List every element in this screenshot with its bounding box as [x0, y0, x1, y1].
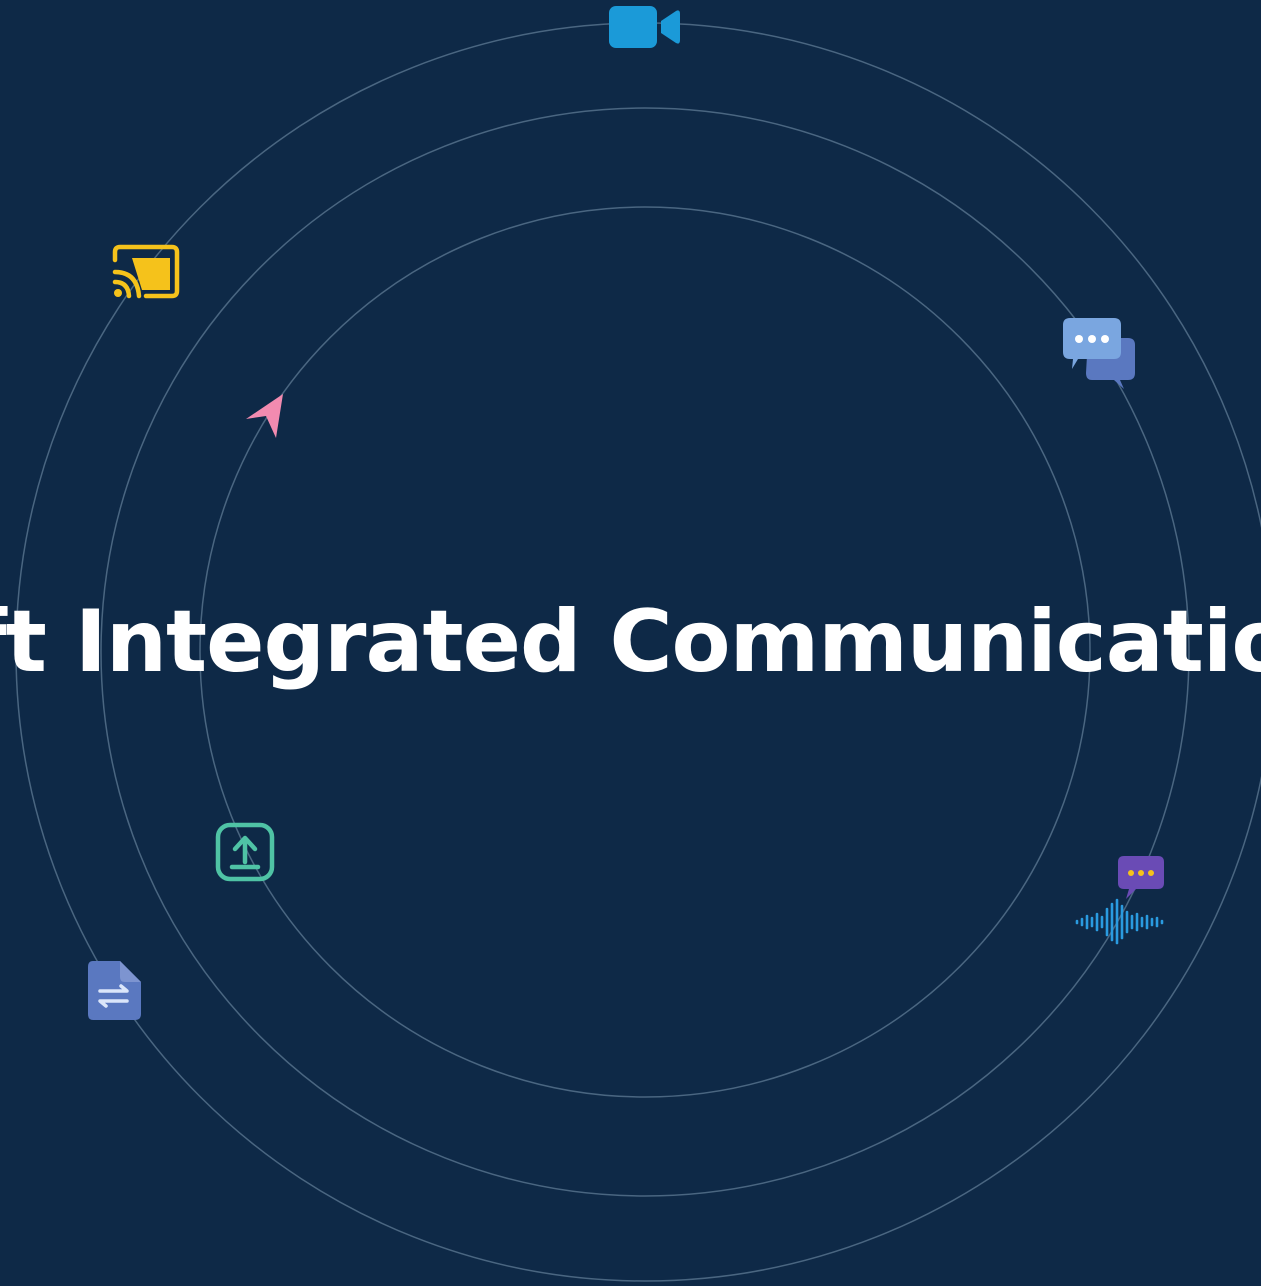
chat-bubbles-icon [1062, 316, 1138, 392]
send-arrow-icon [244, 392, 286, 440]
upload-icon [215, 822, 275, 882]
hero-section: oft Integrated Communication [0, 0, 1261, 1286]
video-camera-icon [608, 5, 682, 49]
file-transfer-icon [86, 959, 144, 1023]
cast-icon [112, 244, 180, 300]
voice-message-icon [1074, 854, 1168, 946]
page-title: oft Integrated Communication [0, 592, 1261, 692]
